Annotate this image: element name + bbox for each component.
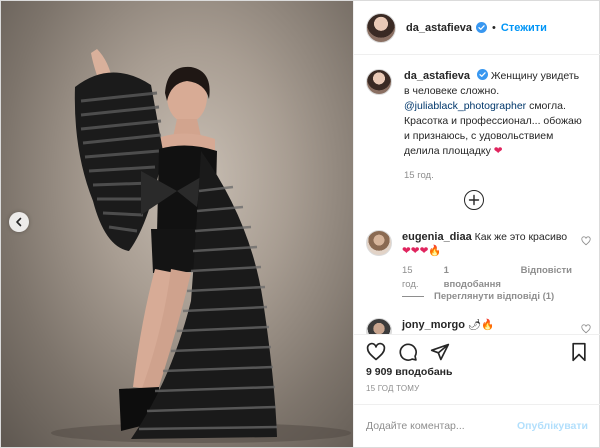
comment-item: eugenia_diaa Как же это красиво ❤❤❤🔥 15 … <box>366 230 591 292</box>
comment-body: jony_morgo 🌶🔥 <box>402 318 572 334</box>
verified-badge-icon <box>476 22 488 33</box>
author-avatar[interactable] <box>366 12 396 43</box>
post-header: da_astafieva • Стежити <box>354 1 600 55</box>
caption-timestamp: 15 год. <box>404 170 434 181</box>
view-replies-button[interactable]: Переглянути відповіді (1) <box>402 291 554 302</box>
caption-heart-emoji: ❤ <box>493 145 503 157</box>
caption-author[interactable]: da_astafieva <box>404 70 470 82</box>
follow-button[interactable]: Стежити <box>501 22 547 34</box>
comment-like-icon[interactable] <box>581 324 591 334</box>
comment-body: eugenia_diaa Как же это красиво ❤❤❤🔥 15 … <box>402 230 572 292</box>
save-button[interactable] <box>570 342 588 362</box>
post-time-ago: 15 ГОД ТОМУ <box>366 384 420 393</box>
post-actions: 9 909 вподобань 15 ГОД ТОМУ <box>354 334 600 404</box>
post-photo[interactable] <box>1 1 353 447</box>
chevron-left-icon <box>16 217 22 227</box>
bookmark-icon <box>572 342 586 362</box>
load-more-comments-button[interactable] <box>464 190 484 210</box>
prev-photo-button[interactable] <box>9 212 29 232</box>
replies-divider <box>402 296 424 297</box>
plus-circle-icon <box>468 194 480 206</box>
comment-meta: 15 год. 1 вподобання Відповісти <box>402 264 572 292</box>
comment-icon[interactable] <box>398 342 418 362</box>
heart-outline-icon[interactable] <box>366 342 386 362</box>
comment-reply-button[interactable]: Відповісти <box>521 264 572 292</box>
comment-emoji: 🌶🔥 <box>467 319 495 331</box>
publish-button[interactable]: Опублікувати <box>517 420 588 432</box>
comment-text: Как же это красиво <box>474 231 568 243</box>
photo-illustration <box>51 49 351 443</box>
commenter-username[interactable]: jony_morgo <box>402 319 465 331</box>
author-username[interactable]: da_astafieva <box>406 22 472 34</box>
comment-likes[interactable]: 1 вподобання <box>444 264 509 292</box>
post-side-panel: da_astafieva • Стежити da_astafieva Женщ… <box>353 1 600 447</box>
comment-item: jony_morgo 🌶🔥 <box>366 318 591 334</box>
share-icon[interactable] <box>430 342 450 362</box>
post-caption: da_astafieva Женщину увидеть в человеке … <box>366 69 591 183</box>
comments-area[interactable]: da_astafieva Женщину увидеть в человеке … <box>354 56 600 334</box>
verified-badge-icon <box>476 69 488 80</box>
comment-input[interactable] <box>366 420 517 432</box>
caption-mention-link[interactable]: @juliablack_photographer <box>404 100 526 112</box>
add-comment-bar: Опублікувати <box>354 404 600 447</box>
header-separator: • <box>492 21 496 34</box>
caption-body: da_astafieva Женщину увидеть в человеке … <box>404 69 584 183</box>
comment-emoji: ❤❤❤🔥 <box>402 245 442 257</box>
comment-timestamp: 15 год. <box>402 265 419 290</box>
comment-like-icon[interactable] <box>581 236 591 246</box>
commenter-username[interactable]: eugenia_diaa <box>402 231 472 243</box>
likes-count[interactable]: 9 909 вподобань <box>366 366 452 378</box>
commenter-avatar[interactable] <box>366 318 392 334</box>
view-replies-label: Переглянути відповіді (1) <box>434 291 555 302</box>
post-dialog: da_astafieva • Стежити da_astafieva Женщ… <box>0 0 600 448</box>
commenter-avatar[interactable] <box>366 230 392 256</box>
caption-author-avatar[interactable] <box>366 69 392 95</box>
action-icons <box>366 342 450 362</box>
